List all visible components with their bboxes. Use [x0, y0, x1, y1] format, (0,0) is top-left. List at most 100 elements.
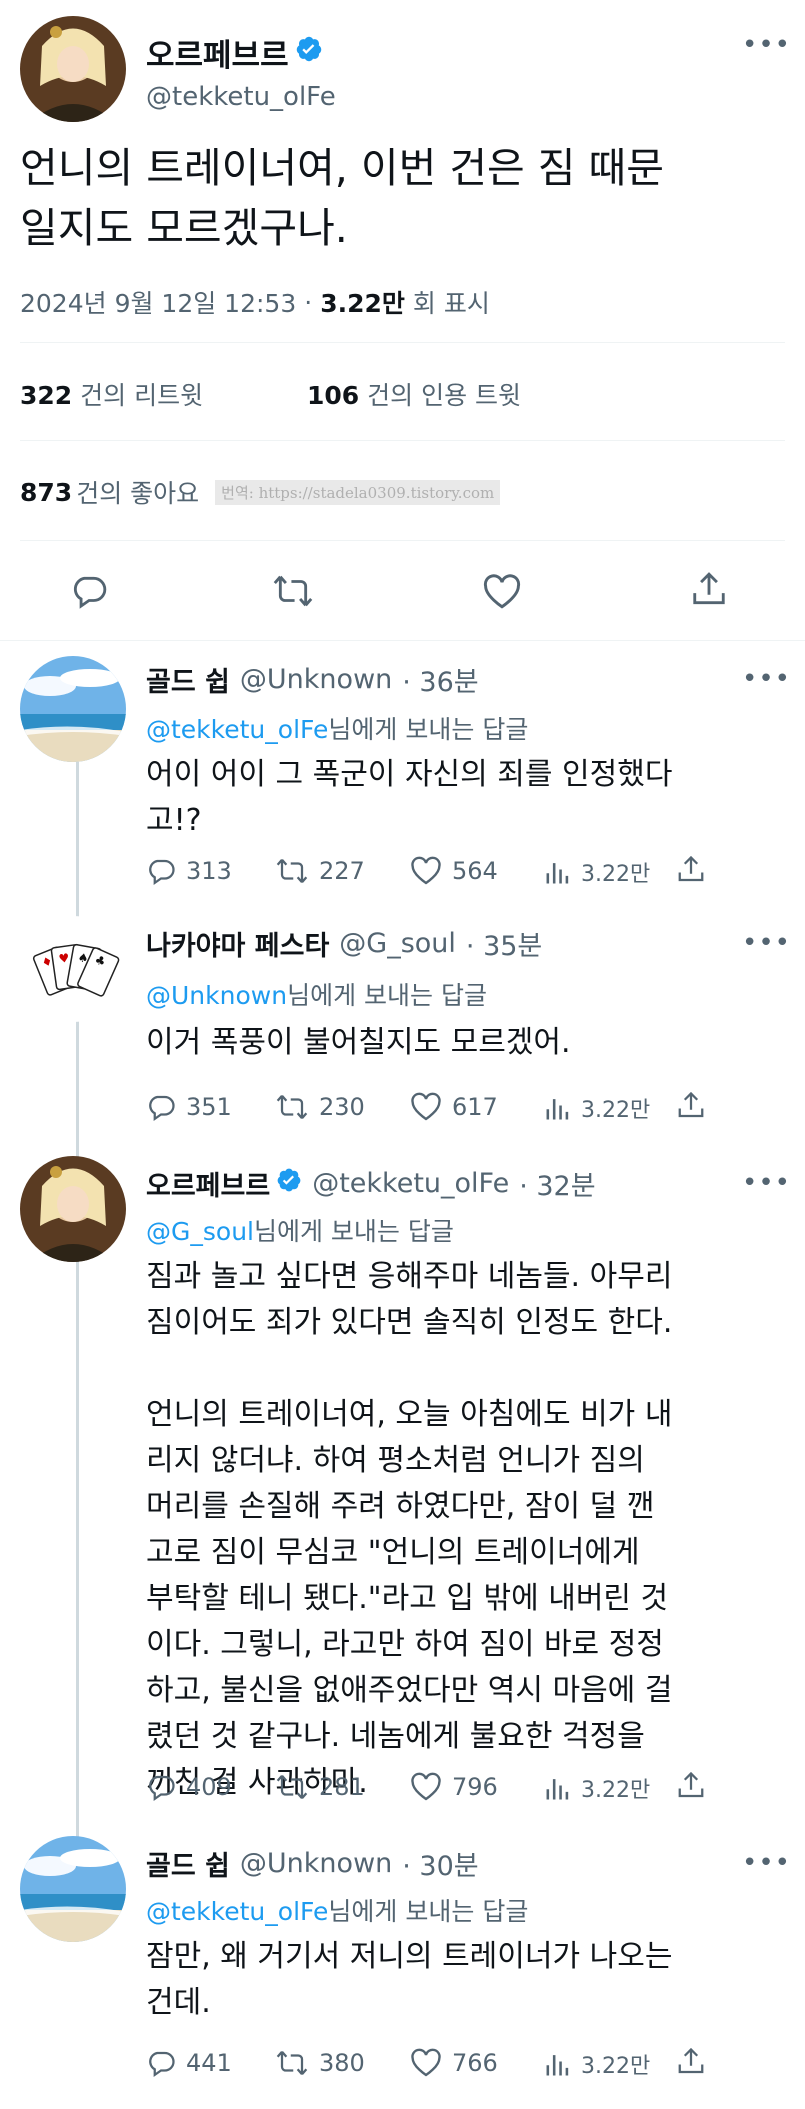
- reply-author-handle[interactable]: @Unknown: [240, 1848, 392, 1879]
- views-count: 3.22만: [581, 1098, 651, 1123]
- reply-text: 어이 어이 그 폭군이 자신의 죄를 인정했다 고!?: [146, 757, 673, 838]
- reply-to-handle[interactable]: @G_soul: [146, 1217, 254, 1246]
- reply-author-handle[interactable]: @Unknown: [240, 664, 392, 695]
- views-button[interactable]: 3.22만: [545, 2048, 650, 2080]
- reply-author-name[interactable]: 골드 쉽: [146, 1844, 230, 1883]
- reply-author-handle[interactable]: @G_soul: [339, 928, 456, 959]
- like-count: 766: [452, 2049, 498, 2077]
- retweet-icon: [276, 2051, 308, 2075]
- reply-to: @tekketu_olFe님에게 보내는 답글: [146, 1897, 529, 1926]
- reply-header: 골드 쉽 @Unknown · 30분: [146, 1844, 479, 1883]
- views-icon: [546, 863, 569, 884]
- avatar-gold-ship[interactable]: [20, 1836, 126, 1942]
- retweet-icon: [273, 575, 313, 607]
- retweet-icon: [276, 859, 308, 883]
- views-button[interactable]: 3.22만: [545, 856, 650, 888]
- like-button[interactable]: 796: [410, 1772, 498, 1802]
- reply-to: @Unknown님에게 보내는 답글: [146, 981, 487, 1010]
- like-button[interactable]: 766: [410, 2048, 498, 2078]
- views-label: 회 표시: [412, 289, 490, 318]
- reply-text: 짐과 놀고 싶다면 응해주마 네놈들. 아무리 짐이어도 죄가 있다면 솔직히 …: [146, 1259, 673, 1800]
- views-count: 3.22만: [581, 1778, 651, 1803]
- translation-watermark: 번역: https://stadela0309.tistory.com: [215, 479, 501, 505]
- retweet-count: 380: [319, 2049, 365, 2077]
- reply-author-name[interactable]: 나카야마 페스타: [146, 924, 329, 963]
- reply-time[interactable]: · 35분: [466, 924, 542, 963]
- reply-icon: [149, 1095, 175, 1122]
- divider: [20, 342, 785, 343]
- retweet-count: 230: [319, 1093, 365, 1121]
- tweet-date[interactable]: 2024년 9월 12일 12:53: [20, 284, 296, 320]
- reply-to-handle[interactable]: @tekketu_olFe: [146, 715, 328, 744]
- like-button[interactable]: 617: [410, 1092, 498, 1122]
- heart-icon: [411, 2048, 441, 2077]
- reply-to-handle[interactable]: @tekketu_olFe: [146, 1897, 328, 1926]
- reply-button[interactable]: 441: [146, 2048, 232, 2078]
- svg-text:♥: ♥: [58, 951, 71, 966]
- views-count: 3.22만: [581, 862, 651, 887]
- share-button[interactable]: [676, 1770, 716, 1802]
- reply-button[interactable]: 351: [146, 1092, 232, 1122]
- reply-count: 409: [186, 1773, 232, 1801]
- share-button[interactable]: [676, 1090, 716, 1122]
- views-icon: [546, 1779, 569, 1800]
- author-handle[interactable]: @tekketu_olFe: [146, 82, 336, 112]
- reply-to-handle[interactable]: @Unknown: [146, 981, 287, 1010]
- avatar-orfevre[interactable]: [20, 1156, 126, 1262]
- heart-icon: [483, 574, 521, 609]
- reply-author-name[interactable]: 오르페브르: [146, 1164, 270, 1203]
- retweet-button[interactable]: 380: [275, 2048, 365, 2078]
- retweet-count: 227: [319, 857, 365, 885]
- share-icon: [693, 572, 725, 605]
- views-icon: [546, 1099, 569, 1120]
- reply-time[interactable]: · 36분: [402, 660, 478, 699]
- share-icon: [678, 1091, 704, 1118]
- heart-icon: [411, 856, 441, 885]
- retweet-icon: [276, 1095, 308, 1119]
- views-button[interactable]: 3.22만: [545, 1772, 650, 1804]
- views-button[interactable]: 3.22만: [545, 1092, 650, 1124]
- reply-author-name[interactable]: 골드 쉽: [146, 660, 230, 699]
- retweet-button[interactable]: 230: [275, 1092, 365, 1122]
- likes-stat[interactable]: 873 건의 좋아요 번역: https://stadela0309.tisto…: [20, 474, 501, 510]
- reply-button[interactable]: 409: [146, 1772, 232, 1802]
- retweet-button[interactable]: [272, 572, 314, 614]
- retweets-stat[interactable]: 322 건의 리트윗: [20, 376, 203, 412]
- tweet-text: 언니의 트레이너여, 이번 건은 짐 때문 일지도 모르겠구나.: [20, 144, 664, 252]
- share-button[interactable]: [690, 570, 728, 614]
- more-options-icon[interactable]: •••: [742, 1168, 791, 1198]
- reply-count: 313: [186, 857, 232, 885]
- reply-icon: [149, 859, 175, 886]
- more-options-icon[interactable]: •••: [742, 1848, 791, 1878]
- verified-badge-icon: [276, 1167, 302, 1200]
- more-options-icon[interactable]: •••: [742, 928, 791, 958]
- reply-time[interactable]: · 30분: [402, 1844, 478, 1883]
- views-icon: [546, 2055, 569, 2076]
- reply-header: 골드 쉽 @Unknown · 36분: [146, 660, 479, 699]
- avatar-orfevre[interactable]: [20, 16, 126, 122]
- tweet-meta: 2024년 9월 12일 12:53 · 3.22만 회 표시: [20, 284, 490, 320]
- like-count: 564: [452, 857, 498, 885]
- quotes-stat[interactable]: 106 건의 인용 트윗: [307, 376, 521, 412]
- like-button[interactable]: 564: [410, 856, 498, 886]
- author-name[interactable]: 오르페브르: [146, 30, 289, 75]
- like-button[interactable]: [482, 574, 522, 614]
- avatar-nakayama-festa[interactable]: ♦ ♥ ♠ ♣: [20, 916, 126, 1022]
- share-button[interactable]: [676, 854, 716, 886]
- reply-icon: [73, 576, 107, 609]
- reply-button[interactable]: [70, 572, 108, 614]
- avatar-gold-ship[interactable]: [20, 656, 126, 762]
- retweet-button[interactable]: 227: [275, 856, 365, 886]
- retweet-button[interactable]: 281: [275, 1772, 365, 1802]
- reply-to: @tekketu_olFe님에게 보내는 답글: [146, 715, 529, 744]
- more-options-icon[interactable]: •••: [742, 664, 791, 694]
- like-count: 796: [452, 1773, 498, 1801]
- reply-time[interactable]: · 32분: [519, 1164, 595, 1203]
- more-options-icon[interactable]: •••: [742, 30, 791, 60]
- reply-button[interactable]: 313: [146, 856, 232, 886]
- retweet-count: 281: [319, 1773, 365, 1801]
- reply-author-handle[interactable]: @tekketu_olFe: [312, 1168, 509, 1199]
- divider: [0, 640, 805, 641]
- views-count: 3.22만: [320, 289, 405, 318]
- share-button[interactable]: [676, 2046, 716, 2078]
